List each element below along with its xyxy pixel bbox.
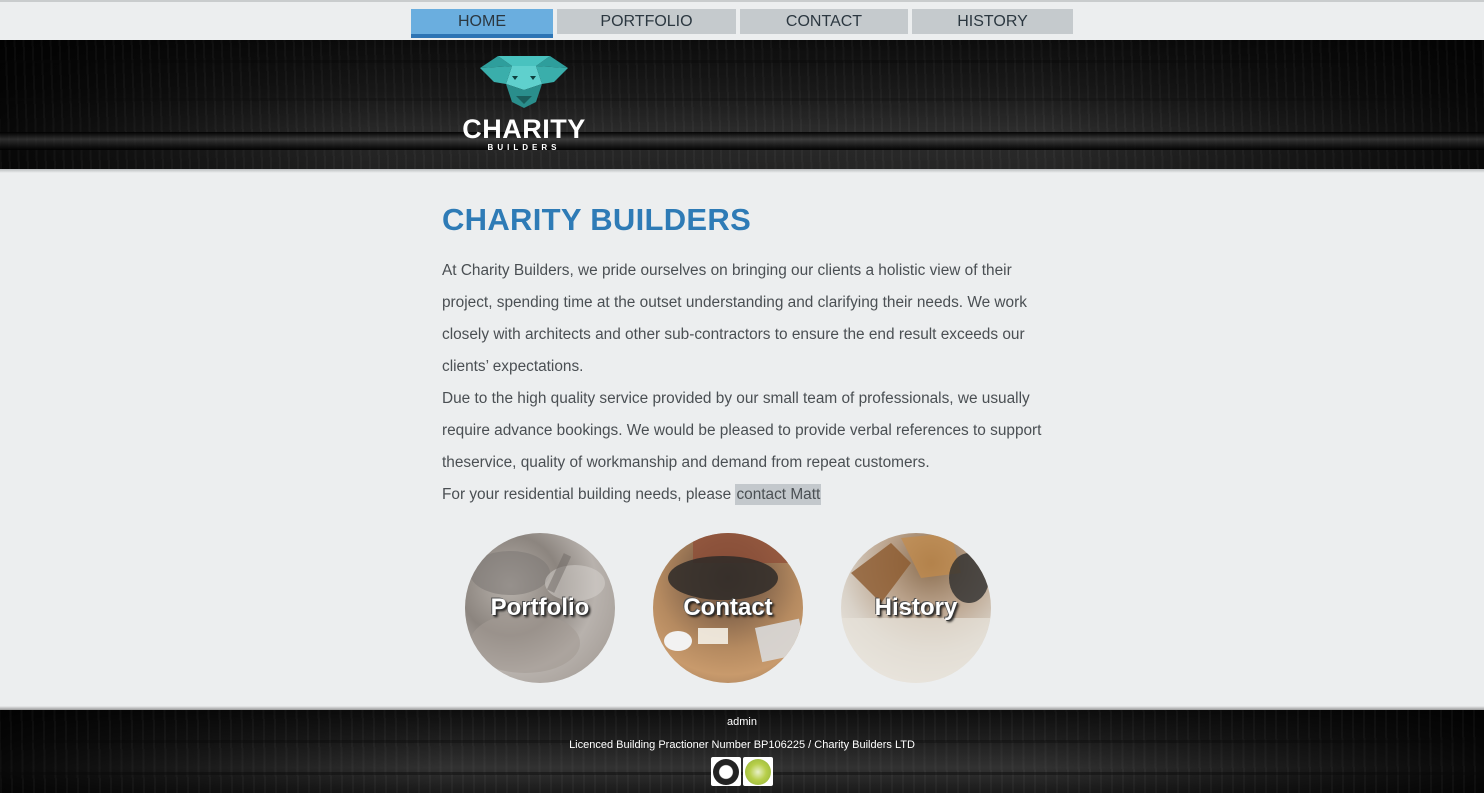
- badge-emblem: [713, 758, 739, 785]
- wood-grain-line: [0, 98, 1484, 101]
- logo-subtitle: BUILDERS: [487, 143, 561, 152]
- badge-emblem: [745, 758, 771, 785]
- portfolio-circle-link[interactable]: Portfolio: [465, 533, 615, 683]
- contact-paragraph: For your residential building needs, ple…: [442, 479, 1052, 511]
- footer-admin-link[interactable]: admin: [0, 716, 1484, 728]
- footer-licence-text: Licenced Building Practioner Number BP10…: [569, 739, 915, 751]
- service-paragraph: Due to the high quality service provided…: [442, 390, 1042, 471]
- wood-grain-line: [0, 60, 1484, 63]
- portfolio-circle-label: Portfolio: [490, 594, 590, 621]
- intro-paragraph: At Charity Builders, we pride ourselves …: [442, 262, 1027, 375]
- nav-history[interactable]: HISTORY: [912, 9, 1073, 34]
- intro-text: At Charity Builders, we pride ourselves …: [442, 255, 1052, 511]
- nav-contact[interactable]: CONTACT: [740, 9, 908, 34]
- logo-wordmark: CHARITY: [462, 114, 586, 144]
- header-shadow: [0, 169, 1484, 173]
- nav-home[interactable]: HOME: [411, 9, 553, 38]
- contact-circle-link[interactable]: Contact: [653, 533, 803, 683]
- history-circle-link[interactable]: History: [841, 533, 991, 683]
- contact-prefix: For your residential building needs, ple…: [442, 486, 736, 503]
- dog-head-icon: [480, 56, 568, 108]
- site-logo[interactable]: CHARITY BUILDERS: [454, 54, 594, 154]
- nav-portfolio[interactable]: PORTFOLIO: [557, 9, 736, 34]
- contact-circle-label: Contact: [683, 594, 773, 621]
- header-banner: CHARITY BUILDERS: [0, 40, 1484, 169]
- history-circle-label: History: [874, 594, 958, 621]
- contact-matt-link[interactable]: contact Matt: [735, 484, 822, 505]
- page-title: CHARITY BUILDERS: [442, 202, 752, 237]
- main-content: CHARITY BUILDERS At Charity Builders, we…: [442, 200, 1052, 511]
- top-border: [0, 0, 1484, 2]
- wood-grain-line: [0, 772, 1484, 775]
- green-certification-badge-icon[interactable]: [743, 757, 773, 786]
- master-builders-badge-icon[interactable]: [711, 757, 741, 786]
